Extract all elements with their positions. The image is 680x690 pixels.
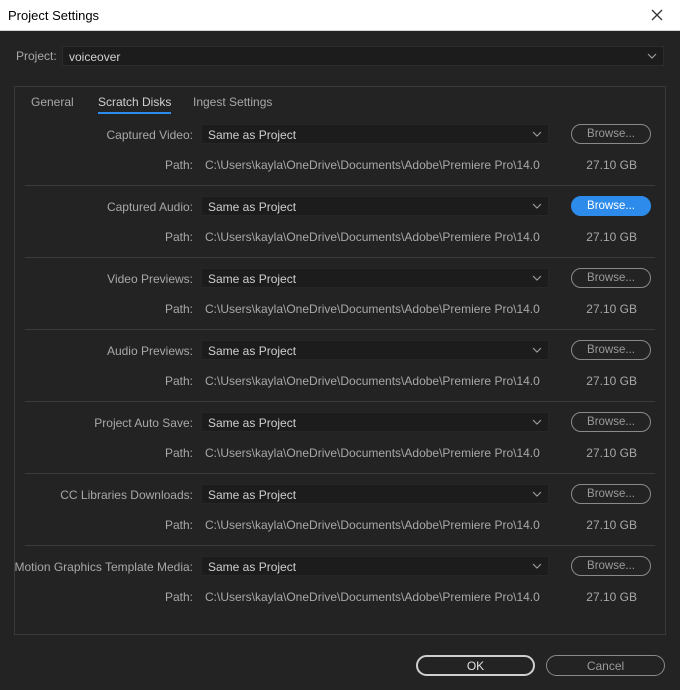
- project-auto-save-free-space: 27.10 GB: [586, 446, 637, 460]
- motion-graphics-template-media-label: Motion Graphics Template Media:: [14, 560, 193, 574]
- project-auto-save-value: Same as Project: [208, 416, 297, 430]
- cc-libraries-downloads-label: CC Libraries Downloads:: [60, 488, 193, 502]
- captured-video-select[interactable]: Same as Project: [201, 124, 549, 144]
- tab-scratch-disks[interactable]: Scratch Disks: [98, 95, 172, 114]
- window-title: Project Settings: [8, 8, 100, 23]
- section-divider: [25, 329, 655, 330]
- close-icon: [651, 9, 663, 21]
- motion-graphics-template-media-path: C:\Users\kayla\OneDrive\Documents\Adobe\…: [205, 590, 540, 604]
- video-previews-free-space: 27.10 GB: [586, 302, 637, 316]
- project-label: Project:: [16, 49, 57, 63]
- cc-libraries-downloads-select[interactable]: Same as Project: [201, 484, 549, 504]
- chevron-down-icon: [532, 347, 542, 353]
- video-previews-select[interactable]: Same as Project: [201, 268, 549, 288]
- project-auto-save-select[interactable]: Same as Project: [201, 412, 549, 432]
- audio-previews-path: C:\Users\kayla\OneDrive\Documents\Adobe\…: [205, 374, 540, 388]
- audio-previews-select[interactable]: Same as Project: [201, 340, 549, 360]
- audio-previews-label: Audio Previews:: [106, 344, 193, 358]
- cc-libraries-downloads-value: Same as Project: [208, 488, 297, 502]
- section-divider: [25, 185, 655, 186]
- section-divider: [25, 401, 655, 402]
- motion-graphics-template-media-free-space: 27.10 GB: [586, 590, 637, 604]
- cc-libraries-downloads-path-label: Path:: [164, 518, 193, 532]
- audio-previews-browse-button[interactable]: Browse...: [571, 340, 651, 360]
- captured-audio-path: C:\Users\kayla\OneDrive\Documents\Adobe\…: [205, 230, 540, 244]
- captured-video-label: Captured Video:: [106, 128, 193, 142]
- tab-general[interactable]: General: [31, 95, 74, 109]
- captured-audio-path-label: Path:: [164, 230, 193, 244]
- captured-audio-browse-button[interactable]: Browse...: [571, 196, 651, 216]
- video-previews-path-label: Path:: [164, 302, 193, 316]
- chevron-down-icon: [532, 203, 542, 209]
- project-row: Project: voiceover: [16, 46, 664, 66]
- captured-video-path-label: Path:: [164, 158, 193, 172]
- section-divider: [25, 257, 655, 258]
- project-auto-save-label: Project Auto Save:: [94, 416, 193, 430]
- video-previews-browse-button[interactable]: Browse...: [571, 268, 651, 288]
- captured-video-free-space: 27.10 GB: [586, 158, 637, 172]
- captured-video-browse-button[interactable]: Browse...: [571, 124, 651, 144]
- captured-video-value: Same as Project: [208, 128, 297, 142]
- project-select[interactable]: voiceover: [62, 46, 664, 66]
- chevron-down-icon: [532, 491, 542, 497]
- section-divider: [25, 545, 655, 546]
- motion-graphics-template-media-value: Same as Project: [208, 560, 297, 574]
- chevron-down-icon: [532, 275, 542, 281]
- captured-audio-label: Captured Audio:: [106, 200, 193, 214]
- project-value: voiceover: [69, 50, 121, 64]
- cc-libraries-downloads-path: C:\Users\kayla\OneDrive\Documents\Adobe\…: [205, 518, 540, 532]
- captured-audio-free-space: 27.10 GB: [586, 230, 637, 244]
- cc-libraries-downloads-browse-button[interactable]: Browse...: [571, 484, 651, 504]
- chevron-down-icon: [532, 131, 542, 137]
- section-divider: [25, 473, 655, 474]
- motion-graphics-template-media-select[interactable]: Same as Project: [201, 556, 549, 576]
- captured-audio-select[interactable]: Same as Project: [201, 196, 549, 216]
- video-previews-label: Video Previews:: [107, 272, 193, 286]
- close-button[interactable]: [634, 0, 680, 30]
- project-auto-save-browse-button[interactable]: Browse...: [571, 412, 651, 432]
- project-auto-save-path-label: Path:: [164, 446, 193, 460]
- chevron-down-icon: [532, 563, 542, 569]
- settings-panel: General Scratch Disks Ingest Settings Ca…: [14, 86, 666, 635]
- video-previews-value: Same as Project: [208, 272, 297, 286]
- chevron-down-icon: [532, 419, 542, 425]
- audio-previews-value: Same as Project: [208, 344, 297, 358]
- cancel-button[interactable]: Cancel: [546, 655, 665, 676]
- audio-previews-path-label: Path:: [164, 374, 193, 388]
- ok-button[interactable]: OK: [416, 655, 535, 676]
- tab-ingest-settings[interactable]: Ingest Settings: [193, 95, 272, 109]
- title-bar: Project Settings: [0, 0, 680, 31]
- audio-previews-free-space: 27.10 GB: [586, 374, 637, 388]
- motion-graphics-template-media-path-label: Path:: [164, 590, 193, 604]
- captured-video-path: C:\Users\kayla\OneDrive\Documents\Adobe\…: [205, 158, 540, 172]
- motion-graphics-template-media-browse-button[interactable]: Browse...: [571, 556, 651, 576]
- captured-audio-value: Same as Project: [208, 200, 297, 214]
- video-previews-path: C:\Users\kayla\OneDrive\Documents\Adobe\…: [205, 302, 540, 316]
- project-auto-save-path: C:\Users\kayla\OneDrive\Documents\Adobe\…: [205, 446, 540, 460]
- cc-libraries-downloads-free-space: 27.10 GB: [586, 518, 637, 532]
- chevron-down-icon: [647, 53, 657, 59]
